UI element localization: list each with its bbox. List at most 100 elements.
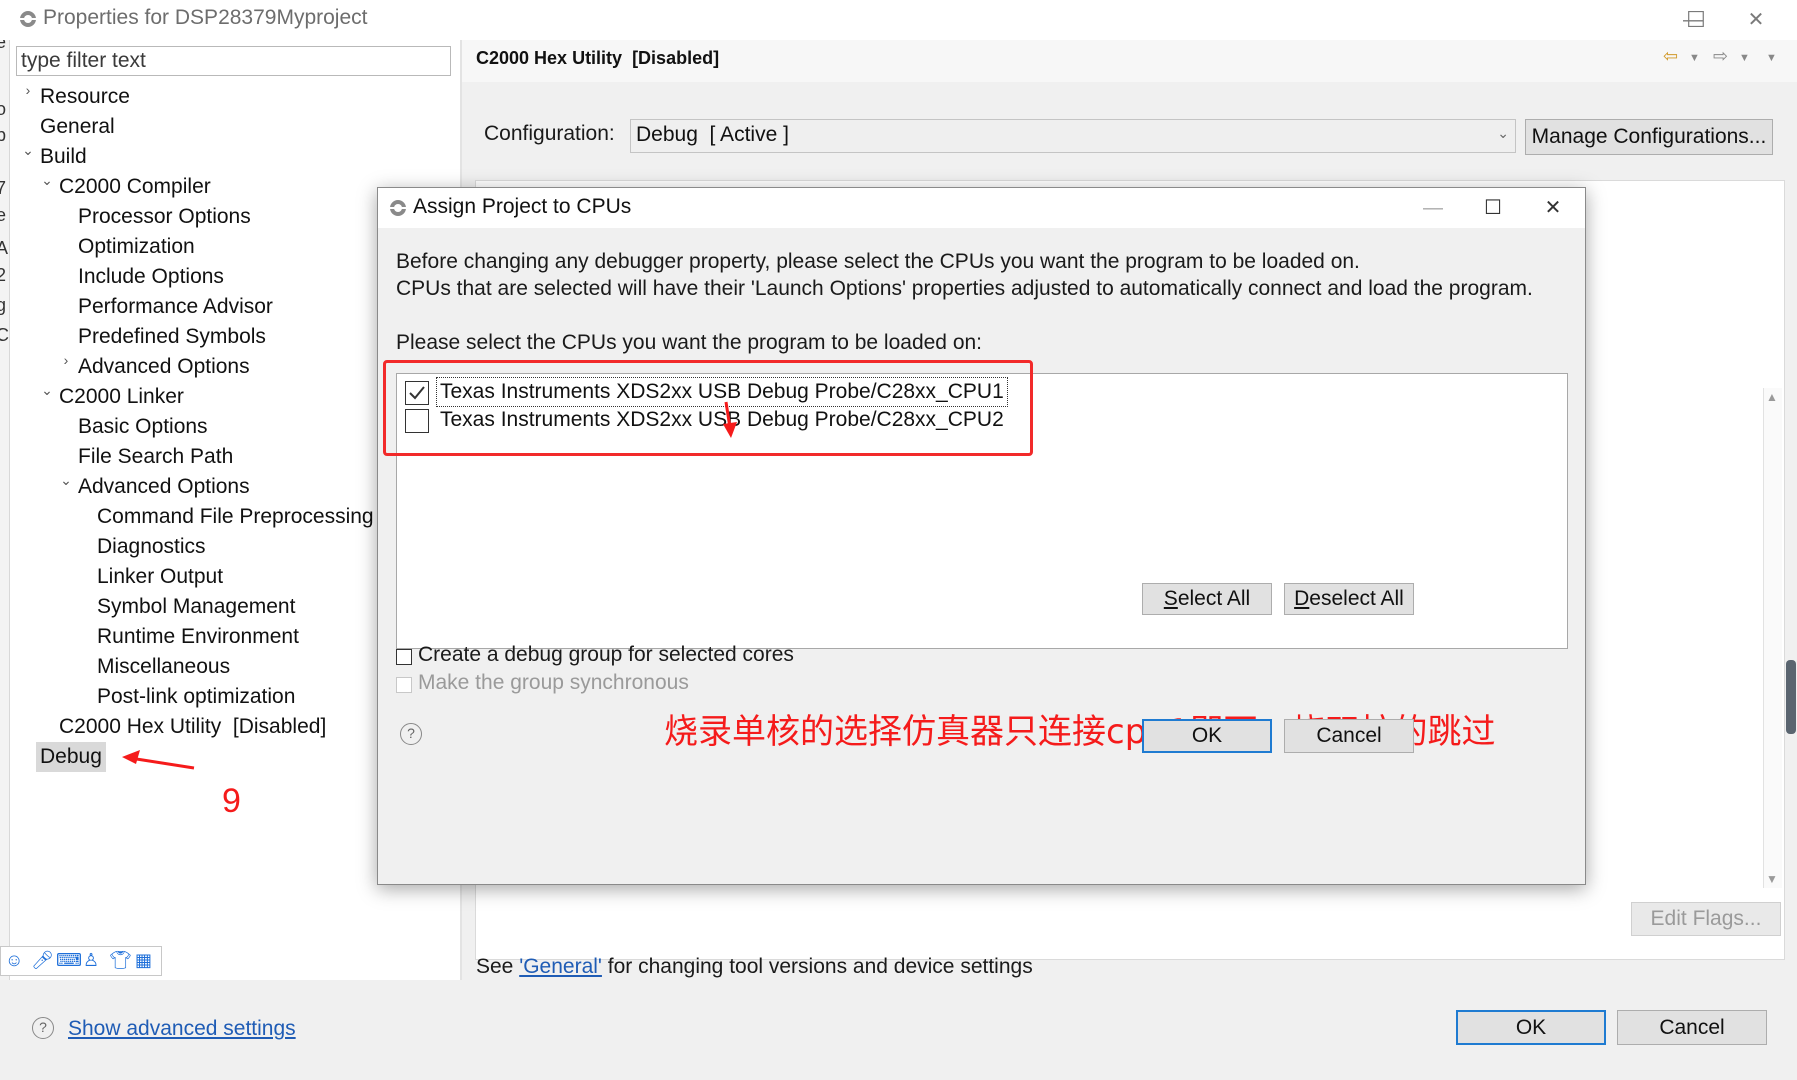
- general-hint: See 'General' for changing tool versions…: [476, 955, 1033, 979]
- tree-item-build[interactable]: Build: [40, 142, 87, 172]
- tree-item-general[interactable]: General: [40, 112, 115, 142]
- annotation-highlight-box: [383, 360, 1033, 456]
- tree-item-predefined-symbols[interactable]: Predefined Symbols: [78, 322, 266, 352]
- create-debug-group-checkbox[interactable]: [396, 649, 412, 665]
- configuration-label: Configuration:: [484, 122, 615, 145]
- grid-icon[interactable]: ▦: [135, 950, 152, 971]
- forward-dropdown-icon[interactable]: ▼: [1739, 52, 1750, 64]
- window-title: Properties for DSP28379Myproject: [43, 6, 368, 29]
- select-all-rest: elect All: [1177, 587, 1251, 610]
- strip-letter: 7: [0, 178, 6, 199]
- tree-item-processor-options[interactable]: Processor Options: [78, 202, 251, 232]
- strip-letter: g: [0, 295, 6, 316]
- tree-item-file-search-path[interactable]: File Search Path: [78, 442, 233, 472]
- strip-letter: C: [0, 325, 9, 346]
- select-all-accel: S: [1163, 587, 1178, 610]
- annotation-step-number: 9: [222, 782, 241, 820]
- cancel-button[interactable]: Cancel: [1617, 1010, 1767, 1045]
- ime-toolbar: ☺ 🎤︎ ⌨ ♙ 👕︎ ▦: [0, 946, 162, 976]
- back-arrow-icon[interactable]: ⇦: [1663, 46, 1678, 67]
- tree-item-c2000-hex-utility[interactable]: C2000 Hex Utility [Disabled]: [59, 712, 326, 742]
- annotation-arrow-to-debug: [122, 750, 195, 770]
- emoji-icon[interactable]: ☺: [5, 950, 23, 971]
- tree-item-resource[interactable]: Resource: [40, 82, 130, 112]
- dialog-title: Assign Project to CPUs: [413, 195, 632, 218]
- select-all-button[interactable]: Select All: [1142, 583, 1272, 615]
- chevron-down-icon[interactable]: ⌄: [40, 382, 54, 412]
- tree-item-linker-output[interactable]: Linker Output: [97, 562, 223, 592]
- ok-button[interactable]: OK: [1456, 1010, 1606, 1045]
- close-window-button[interactable]: ✕: [1736, 0, 1776, 40]
- tree-item-c2000-linker[interactable]: C2000 Linker: [59, 382, 184, 412]
- tree-item-debug[interactable]: Debug: [36, 742, 106, 772]
- strip-letter: 2: [0, 265, 6, 286]
- hint-prefix: See: [476, 955, 520, 978]
- dialog-close-button[interactable]: ✕: [1531, 188, 1575, 228]
- chevron-down-icon[interactable]: ⌄: [40, 172, 54, 202]
- chevron-right-icon[interactable]: ›: [59, 352, 73, 382]
- chevron-down-icon[interactable]: ⌄: [59, 472, 73, 502]
- tree-item-optimization[interactable]: Optimization: [78, 232, 195, 262]
- dialog-intro-line-2: CPUs that are selected will have their '…: [396, 277, 1533, 300]
- tree-item-compiler-advanced-options[interactable]: Advanced Options: [78, 352, 250, 382]
- configuration-select[interactable]: Debug [ Active ] ⌄: [630, 119, 1516, 153]
- tree-item-miscellaneous[interactable]: Miscellaneous: [97, 652, 230, 682]
- skin-icon[interactable]: 👕︎: [109, 950, 132, 971]
- dialog-ok-button[interactable]: OK: [1142, 719, 1272, 753]
- help-icon[interactable]: ?: [400, 723, 422, 745]
- make-synchronous-label: Make the group synchronous: [418, 671, 689, 694]
- manage-configurations-button[interactable]: Manage Configurations...: [1525, 119, 1773, 155]
- chevron-down-icon[interactable]: ⌄: [21, 142, 35, 172]
- tree-item-performance-advisor[interactable]: Performance Advisor: [78, 292, 273, 322]
- general-link[interactable]: 'General': [519, 955, 602, 978]
- filter-input[interactable]: [17, 47, 450, 75]
- deselect-all-accel: D: [1294, 587, 1310, 610]
- back-dropdown-icon[interactable]: ▼: [1689, 52, 1700, 64]
- dialog-intro-line-1: Before changing any debugger property, p…: [396, 250, 1360, 273]
- hint-suffix: for changing tool versions and device se…: [601, 955, 1033, 978]
- microphone-icon[interactable]: 🎤︎: [31, 950, 54, 971]
- forward-arrow-icon[interactable]: ⇨: [1713, 46, 1728, 67]
- eclipse-app-icon: [20, 11, 36, 27]
- assign-cpus-dialog: Assign Project to CPUs — ☐ ✕ Before chan…: [377, 187, 1586, 885]
- side-handle[interactable]: [1786, 660, 1796, 734]
- make-synchronous-checkbox[interactable]: [396, 677, 412, 693]
- tree-item-linker-advanced-options[interactable]: Advanced Options: [78, 472, 250, 502]
- tree-item-basic-options[interactable]: Basic Options: [78, 412, 208, 442]
- scroll-down-icon[interactable]: ▼: [1766, 872, 1778, 886]
- tree-item-post-link-optimization[interactable]: Post-link optimization: [97, 682, 295, 712]
- edit-flags-button[interactable]: Edit Flags...: [1631, 902, 1781, 936]
- dialog-maximize-button[interactable]: ☐: [1471, 188, 1515, 228]
- configuration-value: Debug [ Active ]: [636, 123, 789, 146]
- deselect-all-rest: eselect All: [1309, 587, 1404, 610]
- background-window-strip: e e o p 7 e A 2 g C: [0, 0, 10, 1080]
- show-advanced-settings-link[interactable]: Show advanced settings: [68, 1017, 296, 1041]
- chevron-right-icon[interactable]: ›: [21, 82, 35, 112]
- tree-item-include-options[interactable]: Include Options: [78, 262, 224, 292]
- eclipse-app-icon: [390, 200, 406, 216]
- strip-letter: e: [0, 205, 6, 226]
- window-title-bar: Properties for DSP28379Myproject — ☐ ✕: [0, 0, 1797, 40]
- tree-item-runtime-environment[interactable]: Runtime Environment: [97, 622, 299, 652]
- strip-letter: A: [0, 238, 8, 259]
- annotation-down-arrow: [723, 401, 737, 438]
- filter-field-wrapper: [16, 46, 451, 76]
- vertical-scrollbar[interactable]: ▲ ▼: [1763, 388, 1782, 888]
- maximize-button[interactable]: ☐: [1676, 0, 1716, 40]
- page-title: C2000 Hex Utility [Disabled]: [476, 48, 720, 68]
- dialog-minimize-button[interactable]: —: [1411, 188, 1455, 228]
- dialog-title-bar: Assign Project to CPUs — ☐ ✕: [378, 188, 1585, 228]
- help-icon[interactable]: ?: [32, 1017, 54, 1039]
- tree-item-command-file-preprocessing[interactable]: Command File Preprocessing: [97, 502, 374, 532]
- deselect-all-button[interactable]: Deselect All: [1284, 583, 1414, 615]
- keyboard-icon[interactable]: ⌨: [56, 950, 82, 971]
- tree-item-diagnostics[interactable]: Diagnostics: [97, 532, 206, 562]
- tree-item-c2000-compiler[interactable]: C2000 Compiler: [59, 172, 211, 202]
- scroll-up-icon[interactable]: ▲: [1766, 390, 1778, 404]
- create-debug-group-label[interactable]: Create a debug group for selected cores: [418, 643, 794, 667]
- dialog-cancel-button[interactable]: Cancel: [1284, 719, 1414, 753]
- cpu-select-prompt: Please select the CPUs you want the prog…: [396, 331, 983, 354]
- user-icon[interactable]: ♙: [83, 950, 99, 971]
- tree-item-symbol-management[interactable]: Symbol Management: [97, 592, 295, 622]
- view-menu-icon[interactable]: ▼: [1766, 52, 1777, 64]
